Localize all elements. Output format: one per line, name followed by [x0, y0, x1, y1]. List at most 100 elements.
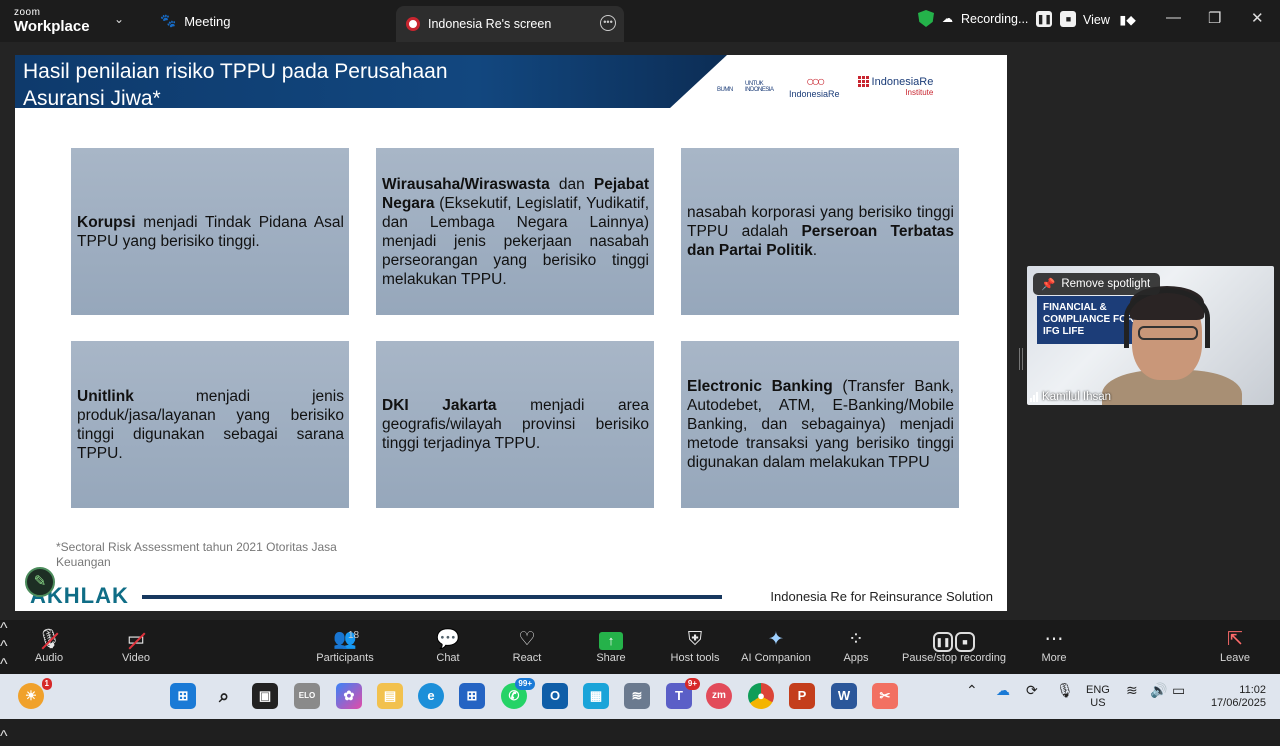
pause-stop-recording-button[interactable]: ❚❚ ■ Pause/stop recording — [900, 628, 1008, 664]
bumn-logo: BUMNUNTUK INDONESIA — [717, 81, 774, 93]
tab-label: Indonesia Re's screen — [428, 17, 552, 31]
remove-spotlight-button[interactable]: 📌 Remove spotlight — [1033, 273, 1161, 295]
slide-title: Hasil penilaian risiko TPPU pada Perusah… — [23, 60, 448, 110]
chat-button[interactable]: 💬 Chat — [432, 628, 464, 664]
pause-recording-button[interactable]: ❚❚ — [1036, 10, 1053, 27]
onedrive-icon[interactable]: ☁ — [996, 683, 1010, 697]
view-icon: ▮◆ — [1119, 13, 1136, 27]
weather-icon[interactable]: ☀ 1 — [18, 678, 52, 709]
slide-logos: BUMNUNTUK INDONESIA ○○○ IndonesiaRe Indon… — [715, 73, 933, 99]
participants-chevron-icon[interactable]: ^ — [0, 656, 1280, 674]
chevron-down-icon[interactable]: ⌄ — [114, 12, 124, 26]
clock-time: 11:02 — [1239, 684, 1266, 696]
paw-icon: 🐾 — [160, 13, 177, 28]
view-button[interactable]: View ▮◆ — [1083, 12, 1136, 27]
task-view-icon[interactable]: ▣ — [252, 683, 278, 709]
shared-slide: Hasil penilaian risiko TPPU pada Perusah… — [15, 55, 1007, 611]
hyper-v-icon[interactable]: ≋ — [624, 683, 650, 709]
heart-icon: ♡ — [518, 629, 536, 650]
slide-tagline: Indonesia Re for Reinsurance Solution — [770, 589, 993, 604]
react-button[interactable]: ♡ React — [510, 628, 544, 664]
brand-top: zoom — [14, 7, 41, 18]
minimize-button[interactable]: — — [1166, 9, 1181, 26]
audio-button[interactable]: 🎙 Audio — [30, 628, 68, 664]
search-icon[interactable]: ⌕ — [211, 683, 237, 709]
cloud-icon: ☁ — [942, 13, 953, 25]
microsoft-store-icon[interactable]: ⊞ — [459, 683, 485, 709]
edge-browser-icon[interactable]: e — [418, 683, 444, 709]
copilot-icon[interactable]: ✿ — [336, 683, 362, 709]
participant-name-label: Kamilul Ihsan — [1042, 391, 1112, 403]
more-button[interactable]: ⋯ More — [1038, 628, 1070, 664]
host-tools-label: Host tools — [670, 652, 720, 664]
title-bar: zoom Workplace ⌄ 🐾 Meeting Indonesia Re'… — [0, 0, 1280, 42]
windows-start-icon[interactable]: ⊞ — [170, 683, 196, 709]
apps-icon: ⁘ — [848, 629, 864, 650]
word-icon[interactable]: W — [831, 683, 857, 709]
apps-chevron-icon[interactable]: ^ — [0, 728, 1280, 746]
ai-companion-button[interactable]: ✦ AI Companion — [738, 628, 814, 664]
more-options-icon[interactable]: ••• — [600, 15, 616, 31]
participant-video — [1102, 286, 1242, 405]
elo-app-icon[interactable]: ELO — [294, 683, 320, 709]
audio-label: Audio — [34, 652, 64, 664]
chevron-up-icon[interactable]: ⌃ — [966, 683, 978, 697]
ai-companion-label: AI Companion — [741, 652, 811, 664]
shield-icon — [918, 10, 934, 27]
participants-button[interactable]: 👥 18 Participants — [314, 628, 376, 664]
signal-icon — [1030, 392, 1038, 402]
stop-recording-button[interactable]: ■ — [1060, 10, 1077, 27]
powerpoint-icon[interactable]: P — [789, 683, 815, 709]
share-label: Share — [596, 652, 626, 664]
slide-footnote: *Sectoral Risk Assessment tahun 2021 Oto… — [56, 540, 337, 569]
video-button[interactable]: ▭ Video — [116, 628, 156, 664]
annotate-pencil-icon[interactable]: ✎ — [25, 567, 55, 597]
battery-icon[interactable]: ▭ — [1172, 683, 1185, 697]
zoom-logo: zoom Workplace — [14, 7, 90, 35]
audio-options-chevron-icon[interactable]: ^ — [0, 620, 1280, 638]
meeting-toolbar: 🎙 Audio ^ ▭ Video ^ 👥 18 Participants ^ 💬… — [0, 620, 1280, 745]
leave-button[interactable]: ⇱ Leave — [1218, 628, 1252, 664]
microphone-icon[interactable]: 🎙 — [1056, 683, 1074, 697]
close-button[interactable]: ✕ — [1251, 9, 1264, 27]
tab-shared-screen[interactable]: Indonesia Re's screen ••• — [396, 6, 624, 42]
participant-video-tile[interactable]: FINANCIAL & COMPLIANCE FOR IFG LIFE 📌 Re… — [1027, 266, 1274, 405]
restore-button[interactable]: ❐ — [1208, 9, 1221, 27]
clock[interactable]: 11:02 17/06/2025 — [1200, 684, 1266, 710]
volume-icon[interactable]: 🔊 — [1150, 683, 1167, 697]
pause-stop-icon: ❚❚ ■ — [900, 628, 1008, 652]
resize-handle[interactable] — [1019, 348, 1023, 370]
pause-stop-label: Pause/stop recording — [902, 652, 1006, 664]
recording-label: Recording... — [961, 11, 1029, 26]
calculator-icon[interactable]: ▦ — [583, 683, 609, 709]
risk-card-korporasi: nasabah korporasi yang berisiko tinggi T… — [681, 148, 959, 315]
host-tools-button[interactable]: ⛨ Host tools — [668, 628, 722, 664]
risk-card-wilayah: DKI Jakarta menjadi area geografis/wilay… — [376, 341, 654, 508]
shield-icon: ⛨ — [687, 629, 703, 650]
risk-card-unitlink: Unitlink menjadi jenis produk/jasa/layan… — [71, 341, 349, 508]
language-indicator[interactable]: ENG US — [1086, 684, 1110, 710]
more-icon: ⋯ — [1044, 629, 1064, 650]
file-explorer-icon[interactable]: ▤ — [377, 683, 403, 709]
microphone-muted-icon: 🎙 — [30, 628, 68, 652]
chrome-icon[interactable]: ● — [748, 683, 774, 709]
whatsapp-icon[interactable]: ✆ 99+ — [501, 678, 535, 709]
wifi-icon[interactable]: ≋ — [1126, 683, 1138, 697]
meeting-button[interactable]: 🐾 Meeting — [160, 13, 230, 29]
teams-icon[interactable]: T 9+ — [666, 678, 700, 709]
outlook-icon[interactable]: O — [542, 683, 568, 709]
zoom-taskbar-icon[interactable]: zm — [706, 683, 732, 709]
share-screen-icon: ↑ — [594, 628, 628, 652]
participants-label: Participants — [316, 652, 374, 664]
sync-icon[interactable]: ⟳ — [1026, 683, 1038, 697]
risk-card-korupsi: Korupsi menjadi Tindak Pidana Asal TPPU … — [71, 148, 349, 315]
share-button[interactable]: ↑ Share — [594, 628, 628, 664]
recording-status[interactable]: ☁ Recording... ❚❚ ■ — [918, 10, 1077, 27]
snipping-tool-icon[interactable]: ✂ — [872, 683, 898, 709]
pin-icon: 📌 — [1041, 279, 1056, 291]
apps-button[interactable]: ⁘ Apps — [840, 628, 872, 664]
slide-divider — [142, 595, 722, 599]
windows-taskbar: ☀ 1 ⊞ ⌕ ▣ ELO ✿ ▤ e ⊞ ✆ 99+ O ▦ ≋ T 9+ zm ●… — [0, 674, 1280, 719]
chat-label: Chat — [436, 652, 460, 664]
video-options-chevron-icon[interactable]: ^ — [0, 638, 1280, 656]
